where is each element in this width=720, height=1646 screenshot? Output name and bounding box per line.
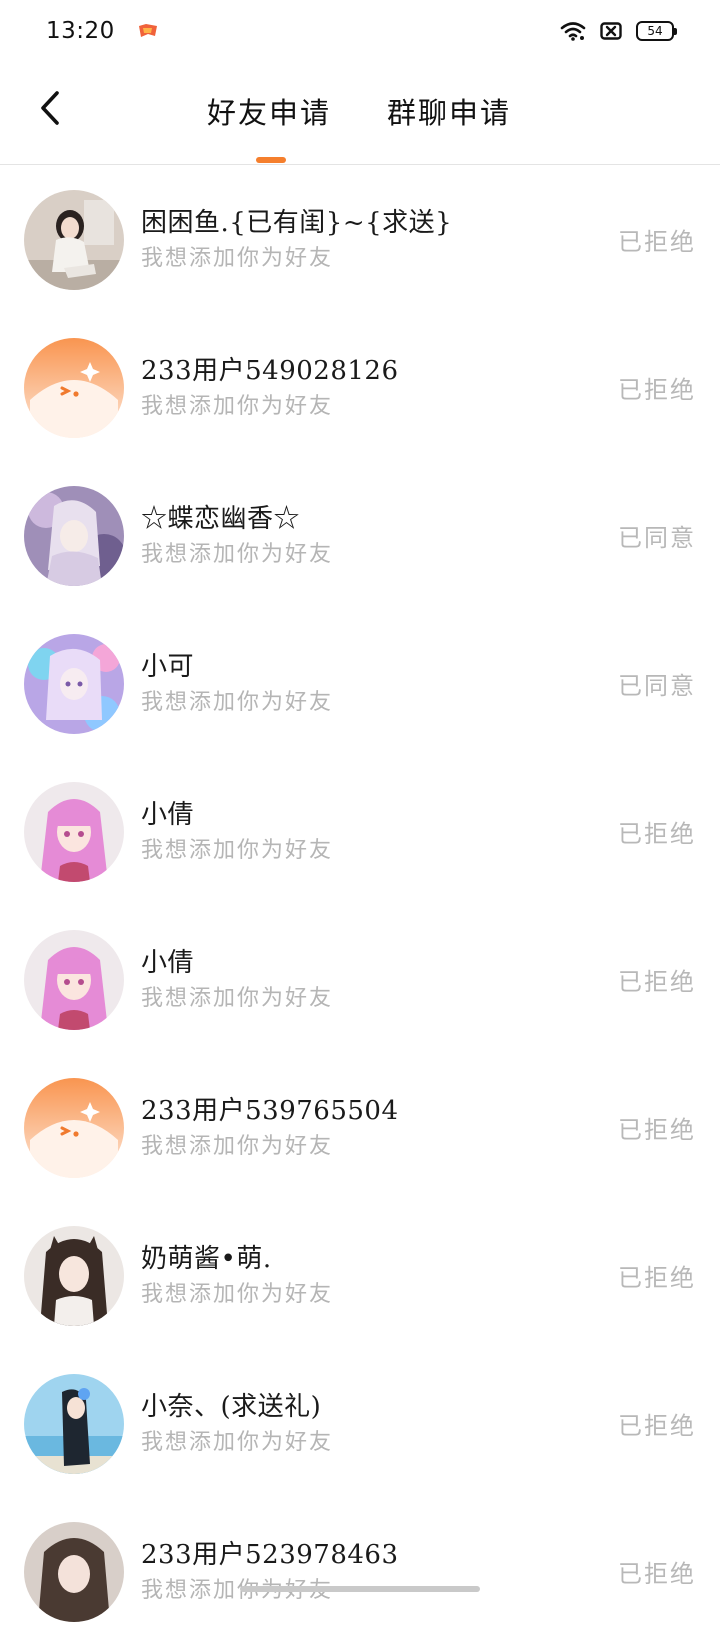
anime-avatar-icon	[24, 486, 124, 586]
request-message: 我想添加你为好友	[141, 684, 333, 716]
request-message: 我想添加你为好友	[141, 536, 333, 568]
request-row[interactable]: 困困鱼.{已有闺}~{求送} 我想添加你为好友 已拒绝	[0, 166, 720, 314]
request-row[interactable]: 233用户539765504 我想添加你为好友 已拒绝	[0, 1054, 720, 1202]
requester-name: 小可	[141, 646, 194, 683]
tab-group-requests[interactable]: 群聊申请	[387, 90, 511, 132]
photo-avatar-icon	[24, 190, 124, 290]
request-message: 我想添加你为好友	[141, 1128, 333, 1160]
status-right: 54	[560, 21, 674, 41]
avatar[interactable]	[24, 1374, 124, 1474]
avatar[interactable]	[24, 190, 124, 290]
sim-off-icon	[600, 22, 622, 40]
friend-request-list: 困困鱼.{已有闺}~{求送} 我想添加你为好友 已拒绝 233用户5490281…	[0, 166, 720, 1646]
status-bar: 13:20 54	[0, 0, 720, 62]
photo-avatar-icon	[24, 1522, 124, 1622]
request-row[interactable]: 小可 我想添加你为好友 已同意	[0, 610, 720, 758]
request-row[interactable]: 233用户549028126 我想添加你为好友 已拒绝	[0, 314, 720, 462]
request-row[interactable]: 小奈、(求送礼) 我想添加你为好友 已拒绝	[0, 1350, 720, 1498]
request-status: 已拒绝	[618, 962, 696, 997]
back-button[interactable]	[30, 88, 70, 128]
requester-name: 233用户523978463	[141, 1534, 399, 1571]
avatar[interactable]	[24, 1078, 124, 1178]
avatar[interactable]	[24, 930, 124, 1030]
requester-name: 奶萌酱•萌.	[141, 1238, 272, 1275]
request-message: 我想添加你为好友	[141, 1424, 333, 1456]
home-indicator[interactable]	[240, 1586, 480, 1592]
clock: 13:20	[46, 18, 115, 44]
request-message: 我想添加你为好友	[141, 240, 333, 272]
request-row[interactable]: 小倩 我想添加你为好友 已拒绝	[0, 758, 720, 906]
avatar[interactable]	[24, 1226, 124, 1326]
request-status: 已拒绝	[618, 1110, 696, 1145]
request-row[interactable]: 小倩 我想添加你为好友 已拒绝	[0, 906, 720, 1054]
requester-name: 233用户549028126	[141, 350, 399, 387]
request-message: 我想添加你为好友	[141, 388, 333, 420]
anime-avatar-icon	[24, 930, 124, 1030]
chevron-left-icon	[38, 90, 62, 126]
game-notification-icon	[137, 23, 159, 39]
request-status: 已同意	[618, 518, 696, 553]
request-message: 我想添加你为好友	[141, 832, 333, 864]
default-mascot-avatar-icon	[24, 338, 124, 438]
anime-avatar-icon	[24, 634, 124, 734]
request-status: 已拒绝	[618, 814, 696, 849]
avatar[interactable]	[24, 338, 124, 438]
requester-name: ☆蝶恋幽香☆	[141, 498, 300, 535]
requester-name: 困困鱼.{已有闺}~{求送}	[141, 202, 452, 239]
request-message: 我想添加你为好友	[141, 980, 333, 1012]
request-status: 已拒绝	[618, 370, 696, 405]
avatar[interactable]	[24, 782, 124, 882]
request-row[interactable]: 233用户523978463 我想添加你为好友 已拒绝	[0, 1498, 720, 1646]
requester-name: 小倩	[141, 942, 194, 979]
battery-icon: 54	[636, 21, 674, 41]
requester-name: 233用户539765504	[141, 1090, 399, 1127]
request-row[interactable]: 奶萌酱•萌. 我想添加你为好友 已拒绝	[0, 1202, 720, 1350]
battery-level: 54	[647, 24, 662, 38]
photo-avatar-icon	[24, 1374, 124, 1474]
avatar[interactable]	[24, 1522, 124, 1622]
request-status: 已拒绝	[618, 1258, 696, 1293]
header: 好友申请 群聊申请	[0, 70, 720, 165]
request-status: 已拒绝	[618, 222, 696, 257]
default-mascot-avatar-icon	[24, 1078, 124, 1178]
request-status: 已拒绝	[618, 1406, 696, 1441]
tab-friend-requests[interactable]: 好友申请	[207, 90, 331, 132]
avatar[interactable]	[24, 486, 124, 586]
request-message: 我想添加你为好友	[141, 1276, 333, 1308]
wifi-icon	[560, 21, 586, 41]
requester-name: 小倩	[141, 794, 194, 831]
status-left: 13:20	[46, 18, 159, 44]
request-row[interactable]: ☆蝶恋幽香☆ 我想添加你为好友 已同意	[0, 462, 720, 610]
avatar[interactable]	[24, 634, 124, 734]
anime-avatar-icon	[24, 782, 124, 882]
request-status: 已同意	[618, 666, 696, 701]
request-status: 已拒绝	[618, 1554, 696, 1589]
photo-avatar-icon	[24, 1226, 124, 1326]
active-tab-indicator	[256, 157, 286, 163]
requester-name: 小奈、(求送礼)	[141, 1386, 321, 1423]
